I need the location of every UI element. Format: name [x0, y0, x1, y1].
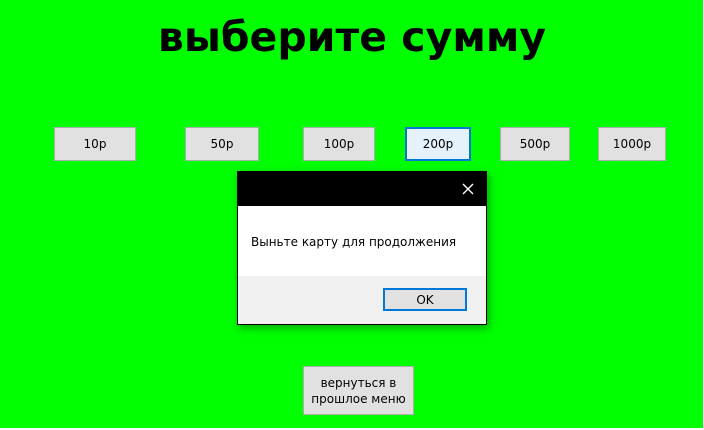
amount-200-button[interactable]: 200р [405, 127, 471, 161]
dialog-footer: OK [238, 276, 486, 324]
page-title: выберите сумму [157, 13, 547, 61]
amount-10-button[interactable]: 10р [54, 127, 136, 161]
main-form: выберите сумму 10р 50р 100р 200р 500р 10… [0, 0, 703, 428]
amount-1000-button[interactable]: 1000р [598, 127, 666, 161]
ok-button[interactable]: OK [383, 288, 467, 311]
close-icon[interactable] [458, 179, 478, 199]
message-dialog: Выньте карту для продолжения OK [237, 171, 487, 325]
amount-100-button[interactable]: 100р [303, 127, 375, 161]
dialog-titlebar[interactable] [238, 172, 486, 206]
amount-50-button[interactable]: 50р [185, 127, 259, 161]
back-to-menu-button[interactable]: вернуться в прошлое меню [303, 366, 414, 415]
amount-500-button[interactable]: 500р [500, 127, 570, 161]
dialog-message: Выньте карту для продолжения [251, 235, 457, 249]
